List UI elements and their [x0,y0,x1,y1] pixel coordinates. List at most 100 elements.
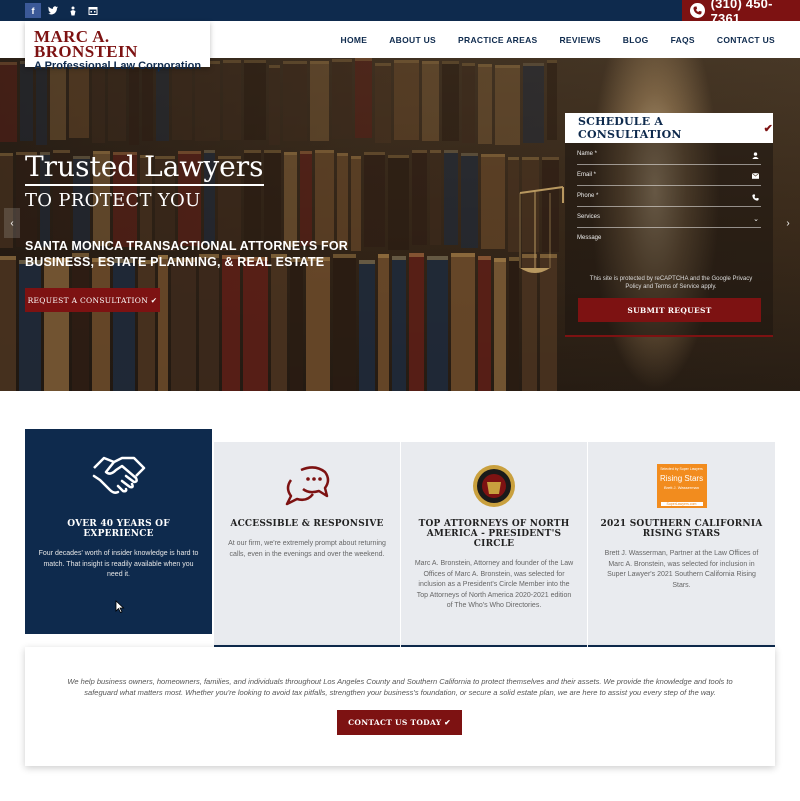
book-spine [315,150,334,245]
book-spine [244,60,266,140]
services-select[interactable]: Services ⌄ [577,214,761,228]
submit-request-button[interactable]: SUBMIT REQUEST [578,298,761,322]
nav-blog[interactable]: BLOG [623,35,649,45]
feature-description: Marc A. Bronstein, Attorney and founder … [414,560,574,609]
feature-description: Brett J. Wasserman, Partner at the Law O… [604,550,759,589]
book-spine [243,257,268,391]
book-spine [108,61,126,141]
feature-title: TOP ATTORNEYS OF NORTH AMERICA - PRESIDE… [418,519,570,549]
message-field[interactable]: Message [577,235,761,265]
book-spine [306,257,330,391]
book-spine [427,256,448,391]
book-spine [92,258,110,391]
twitter-icon[interactable] [45,3,61,18]
book-spine [333,254,356,391]
contact-us-today-label: CONTACT US TODAY [348,718,442,727]
book-spine [364,152,385,247]
nav-faqs[interactable]: FAQS [671,35,695,45]
feature-title: 2021 SOUTHERN CALIFORNIA RISING STARS [600,519,763,539]
feature-card-rising-stars: Selected by Super Lawyers Rising Stars B… [588,442,775,647]
feature-cards: OVER 40 YEARS OF EXPERIENCE Four decades… [25,429,775,647]
book-spine [284,152,297,247]
intro-section: We help business owners, homeowners, fam… [25,647,775,766]
email-field[interactable]: Email * [577,172,761,186]
email-field-label: Email * [577,172,597,178]
slider-prev-arrow[interactable]: ‹ [4,208,20,238]
logo-name: MARC A. BRONSTEIN [34,27,138,61]
badge-main-text: Rising Stars [659,473,704,483]
nav-practice-areas[interactable]: PRACTICE AREAS [458,35,537,45]
nav-about-us[interactable]: ABOUT US [389,35,436,45]
phone-icon [752,194,759,203]
book-spine [19,260,41,391]
feature-description: Four decades' worth of insider knowledge… [38,550,199,578]
services-select-label: Services [577,214,601,220]
feature-card-accessible: ACCESSIBLE & RESPONSIVE At our firm, we'… [214,442,400,647]
book-spine [430,150,441,245]
book-spine [494,258,506,391]
form-header: SCHEDULE A CONSULTATION ✔ [565,113,773,143]
badge-name: Brett J. Wasserman [664,484,699,490]
site-logo[interactable]: MARC A. BRONSTEIN A Professional Law Cor… [25,21,210,72]
book-spine [158,255,168,391]
phone-call-button[interactable]: (310) 450-7361 [682,0,800,26]
book-spine [92,63,105,143]
book-spine [300,151,312,246]
book-spine [392,256,406,391]
message-field-label: Message [577,235,602,241]
book-spine [44,258,69,391]
book-spine [375,63,391,143]
contact-us-today-button[interactable]: CONTACT US TODAY ✔ [337,710,462,735]
user-icon [752,152,759,161]
mouse-cursor-icon [115,600,125,613]
double-check-icon: ✔ [441,718,451,727]
book-spine [547,60,557,140]
book-spine [113,259,135,391]
book-spine [462,63,475,143]
chevron-left-icon: ‹ [10,217,14,229]
book-spine [269,65,280,145]
building-icon[interactable] [85,3,101,18]
slider-next-arrow[interactable]: › [780,208,796,238]
request-consultation-button[interactable]: REQUEST A CONSULTATION ✔ [25,288,160,312]
name-field-label: Name * [577,151,598,157]
request-consultation-label: REQUEST A CONSULTATION [27,295,149,305]
book-spine [337,153,348,248]
phone-field[interactable]: Phone * [577,193,761,207]
book-spine [355,58,372,138]
handshake-icon [37,429,200,519]
feature-title: ACCESSIBLE & RESPONSIVE [230,519,384,529]
book-spine [195,61,220,141]
book-spine [478,256,491,391]
double-check-icon: ✔ [148,295,158,305]
chevron-right-icon: › [786,217,790,229]
nav-contact-us[interactable]: CONTACT US [717,35,775,45]
hero-subtitle: TO PROTECT YOU [25,190,201,211]
book-spine [332,59,352,139]
book-spine [156,61,169,141]
recaptcha-notice: This site is protected by reCAPTCHA and … [589,276,753,290]
book-spine [264,150,281,245]
book-spine [0,62,17,142]
scales-of-justice-icon [519,186,564,273]
book-spine [138,260,155,391]
feature-title: OVER 40 YEARS OF EXPERIENCE [67,519,170,539]
phone-field-label: Phone * [577,193,599,199]
book-spine [36,65,47,145]
book-spine [310,61,329,141]
book-spine [0,256,16,391]
book-spine [129,65,139,145]
main-menu: HOME ABOUT US PRACTICE AREAS REVIEWS BLO… [341,21,775,58]
book-spine [20,61,33,141]
book-spine [422,61,439,141]
nav-reviews[interactable]: REVIEWS [559,35,600,45]
nav-home[interactable]: HOME [341,35,368,45]
phone-icon [690,3,705,18]
yelp-icon[interactable] [65,3,81,18]
facebook-icon[interactable]: f [25,3,41,18]
social-links: f [25,3,101,18]
book-spine [72,253,89,391]
book-spine [451,253,475,391]
name-field[interactable]: Name * [577,151,761,165]
book-spine [271,254,287,391]
